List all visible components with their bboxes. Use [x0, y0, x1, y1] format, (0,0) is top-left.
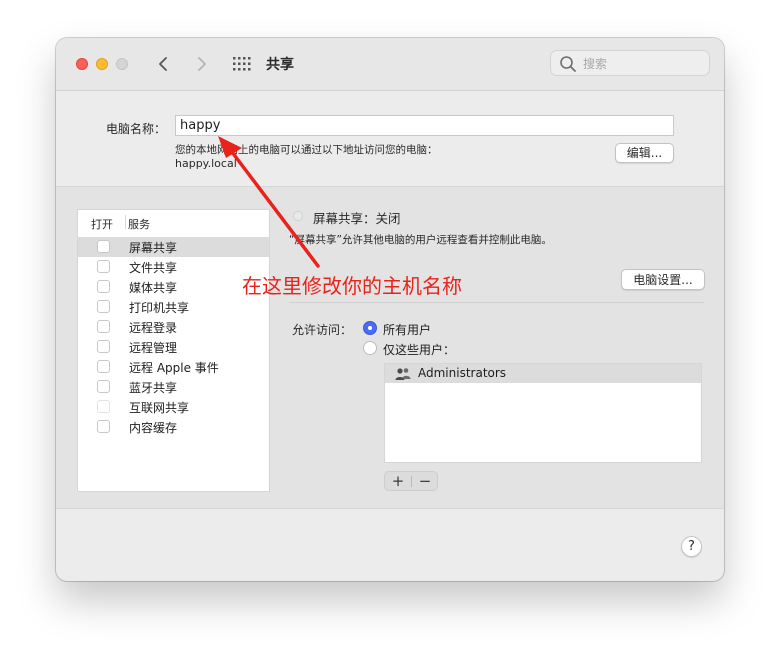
service-row-screen-sharing[interactable]: 屏幕共享 [78, 237, 269, 257]
service-label: 媒体共享 [129, 281, 178, 295]
separator [289, 302, 704, 303]
service-row-internet-sharing[interactable]: 互联网共享 [78, 397, 269, 417]
window-title: 共享 [266, 57, 294, 73]
allow-access-label: 允许访问： [292, 323, 353, 337]
help-button[interactable]: ? [681, 536, 702, 557]
forward-arrow-icon[interactable] [191, 53, 211, 75]
service-row-printer-sharing[interactable]: 打印机共享 [78, 297, 269, 317]
column-header-open: 打开 [91, 218, 113, 231]
column-divider [125, 215, 126, 229]
sharing-panel: 打开 服务 屏幕共享 文件共享 媒体共享 打印机共享 远程登录 远程管理 远程 … [56, 186, 724, 509]
radio-only-these-users[interactable] [363, 341, 377, 355]
radio-all-users[interactable] [363, 321, 377, 335]
radio-all-users-label[interactable]: 所有用户 [383, 321, 431, 338]
show-all-grid-icon[interactable] [232, 56, 252, 72]
service-row-file-sharing[interactable]: 文件共享 [78, 257, 269, 277]
search-field[interactable] [550, 50, 710, 76]
service-label: 远程登录 [129, 321, 178, 335]
service-checkbox[interactable] [97, 300, 110, 313]
service-row-content-caching[interactable]: 内容缓存 [78, 417, 269, 437]
service-list-header: 打开 服务 [78, 210, 269, 234]
user-row-label: Administrators [418, 366, 507, 380]
service-label: 互联网共享 [129, 401, 190, 415]
preferences-window: 共享 电脑名称： 您的本地网络上的电脑可以通过以下地址访问您的电脑： happy… [56, 38, 724, 581]
annotation-label: 在这里修改你的主机名称 [242, 274, 462, 298]
service-checkbox[interactable] [97, 360, 110, 373]
search-input[interactable] [581, 54, 705, 74]
computer-settings-button[interactable]: 电脑设置... [621, 269, 705, 290]
service-row-media-sharing[interactable]: 媒体共享 [78, 277, 269, 297]
service-row-remote-apple-events[interactable]: 远程 Apple 事件 [78, 357, 269, 377]
service-list: 打开 服务 屏幕共享 文件共享 媒体共享 打印机共享 远程登录 远程管理 远程 … [77, 209, 270, 492]
remove-user-button[interactable]: − [412, 472, 438, 490]
add-user-button[interactable]: + [385, 472, 411, 490]
titlebar: 共享 [56, 38, 724, 91]
service-label: 文件共享 [129, 261, 178, 275]
service-label: 屏幕共享 [129, 241, 178, 255]
close-button[interactable] [76, 58, 88, 70]
edit-button[interactable]: 编辑... [615, 143, 674, 163]
service-checkbox[interactable] [97, 420, 110, 433]
add-remove-control: + − [384, 471, 438, 491]
radio-only-these-users-label[interactable]: 仅这些用户： [383, 341, 455, 358]
service-checkbox[interactable] [97, 260, 110, 273]
status-indicator [293, 211, 303, 221]
service-row-remote-management[interactable]: 远程管理 [78, 337, 269, 357]
computer-name-label: 电脑名称： [106, 122, 167, 136]
user-row-administrators[interactable]: Administrators [385, 364, 701, 383]
service-checkbox[interactable] [97, 320, 110, 333]
service-label: 远程管理 [129, 341, 178, 355]
service-checkbox[interactable] [97, 380, 110, 393]
service-checkbox[interactable] [97, 340, 110, 353]
service-label: 远程 Apple 事件 [129, 361, 219, 375]
local-address: happy.local [175, 157, 237, 170]
service-row-remote-login[interactable]: 远程登录 [78, 317, 269, 337]
minimize-button[interactable] [96, 58, 108, 70]
search-icon [560, 56, 576, 72]
back-arrow-icon[interactable] [154, 53, 174, 75]
users-list: Administrators [384, 363, 702, 463]
service-label: 打印机共享 [129, 301, 190, 315]
service-description: “屏幕共享”允许其他电脑的用户远程查看并控制此电脑。 [289, 234, 552, 246]
service-label: 蓝牙共享 [129, 381, 178, 395]
service-checkbox[interactable] [97, 280, 110, 293]
computer-name-section: 电脑名称： 您的本地网络上的电脑可以通过以下地址访问您的电脑： happy.lo… [56, 91, 724, 186]
service-checkbox[interactable] [97, 400, 110, 413]
service-label: 内容缓存 [129, 421, 178, 435]
address-description: 您的本地网络上的电脑可以通过以下地址访问您的电脑： [175, 144, 438, 156]
user-group-icon [395, 368, 411, 380]
computer-name-input[interactable] [175, 115, 674, 136]
zoom-button[interactable] [116, 58, 128, 70]
service-checkbox[interactable] [97, 240, 110, 253]
column-header-service: 服务 [128, 218, 150, 231]
service-row-bluetooth-sharing[interactable]: 蓝牙共享 [78, 377, 269, 397]
service-status: 屏幕共享：关闭 [313, 211, 401, 226]
